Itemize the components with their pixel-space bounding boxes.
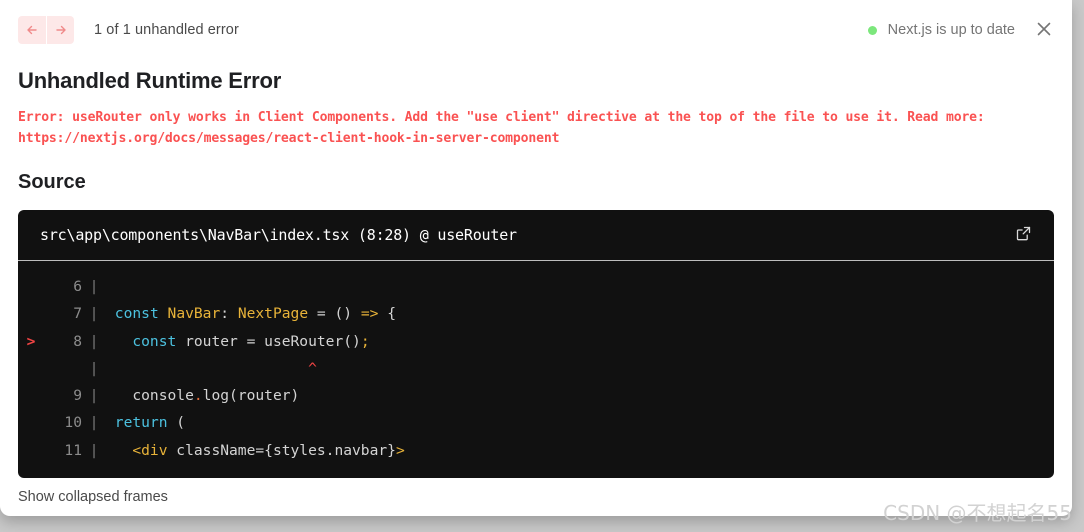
code-line: | ^	[18, 355, 1054, 382]
source-file-header: src\app\components\NavBar\index.tsx (8:2…	[18, 210, 1054, 261]
code-line: 6 |	[18, 273, 1054, 300]
code-line-number: 7	[73, 305, 82, 323]
code-line-number: 11	[64, 441, 82, 459]
close-overlay-button[interactable]	[1032, 18, 1056, 42]
code-line-content: const router = useRouter();	[132, 332, 370, 350]
external-link-icon	[1015, 225, 1032, 245]
code-line-content: console.log(router)	[106, 387, 300, 405]
code-line: 7 | const NavBar: NextPage = () => {	[18, 300, 1054, 327]
code-line: 10 | return (	[18, 409, 1054, 436]
topbar-right-group: Next.js is up to date	[867, 18, 1056, 42]
page-title: Unhandled Runtime Error	[18, 68, 282, 93]
show-collapsed-frames-button[interactable]: Show collapsed frames	[18, 489, 168, 505]
code-gutter-divider: |	[89, 332, 99, 350]
code-line: 11 | <div className={styles.navbar}>	[18, 437, 1054, 464]
source-code-lines: 6 | 7 | const NavBar: NextPage = () => {>8 |…	[18, 261, 1054, 478]
error-line-marker-icon: >	[26, 332, 36, 350]
overlay-body: Unhandled Runtime Error Error: useRouter…	[0, 68, 1072, 479]
code-gutter-divider: |	[89, 414, 99, 432]
version-status-dot-icon	[867, 25, 877, 35]
error-message-text: Error: useRouter only works in Client Co…	[18, 110, 993, 146]
code-gutter-divider: |	[89, 278, 99, 295]
code-line-content: return (	[114, 414, 186, 432]
code-line-number: 6	[73, 278, 82, 295]
code-line-number: 9	[73, 387, 82, 405]
code-gutter-divider: |	[89, 359, 99, 377]
code-line-content: ^	[308, 359, 317, 377]
overlay-topbar: 1 of 1 unhandled error Next.js is up to …	[0, 0, 1072, 60]
previous-error-button[interactable]	[18, 16, 46, 44]
code-gutter-divider: |	[89, 441, 99, 459]
source-heading: Source	[18, 171, 86, 193]
code-line-content: const NavBar: NextPage = () => {	[114, 305, 396, 323]
arrow-left-icon	[25, 23, 39, 37]
error-nav-group	[18, 16, 74, 44]
code-line: 9 | console.log(router)	[18, 382, 1054, 409]
code-gutter-divider: |	[89, 305, 99, 323]
code-line-number: 8	[73, 332, 82, 350]
error-count-label: 1 of 1 unhandled error	[94, 22, 239, 38]
source-file-path: src\app\components\NavBar\index.tsx (8:2…	[40, 226, 517, 244]
code-gutter-divider: |	[89, 387, 99, 405]
version-status-label: Next.js is up to date	[887, 22, 1015, 38]
close-icon	[1035, 20, 1053, 41]
code-line: >8 | const router = useRouter();	[18, 328, 1054, 355]
error-overlay-dialog: 1 of 1 unhandled error Next.js is up to …	[0, 0, 1072, 516]
overlay-footer: Show collapsed frames	[0, 478, 1072, 506]
next-error-button[interactable]	[46, 16, 74, 44]
source-code-card: src\app\components\NavBar\index.tsx (8:2…	[18, 210, 1054, 479]
open-in-editor-button[interactable]	[1012, 224, 1034, 246]
code-line-content: <div className={styles.navbar}>	[132, 441, 405, 459]
arrow-right-icon	[54, 23, 68, 37]
code-line-number: 10	[64, 414, 82, 432]
